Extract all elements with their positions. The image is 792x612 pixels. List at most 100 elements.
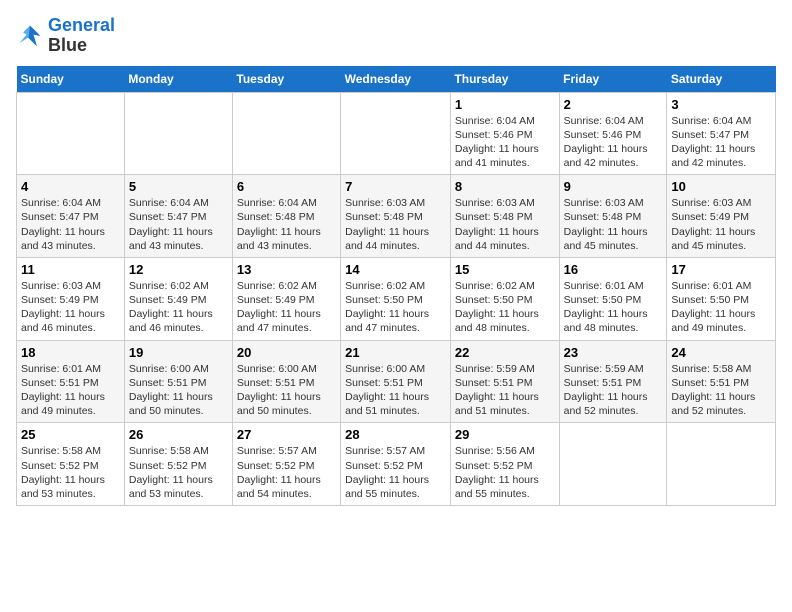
day-info: Sunrise: 5:57 AM Sunset: 5:52 PM Dayligh… (237, 444, 336, 501)
day-number: 15 (455, 262, 555, 277)
day-number: 9 (564, 179, 663, 194)
day-number: 1 (455, 97, 555, 112)
day-number: 29 (455, 427, 555, 442)
day-info: Sunrise: 6:00 AM Sunset: 5:51 PM Dayligh… (345, 362, 446, 419)
calendar-week-row: 11 Sunrise: 6:03 AM Sunset: 5:49 PM Dayli… (17, 257, 776, 340)
weekday-header: Saturday (667, 66, 776, 93)
day-info: Sunrise: 6:04 AM Sunset: 5:47 PM Dayligh… (671, 114, 771, 171)
day-info: Sunrise: 6:04 AM Sunset: 5:46 PM Dayligh… (564, 114, 663, 171)
calendar-cell: 28 Sunrise: 5:57 AM Sunset: 5:52 PM Dayli… (341, 423, 451, 506)
day-info: Sunrise: 6:03 AM Sunset: 5:49 PM Dayligh… (21, 279, 120, 336)
calendar-cell: 26Sunrise: 5:58 AM Sunset: 5:52 PM Dayli… (124, 423, 232, 506)
calendar-cell: 1 Sunrise: 6:04 AM Sunset: 5:46 PM Daylig… (450, 92, 559, 175)
day-number: 27 (237, 427, 336, 442)
day-info: Sunrise: 5:56 AM Sunset: 5:52 PM Dayligh… (455, 444, 555, 501)
calendar-cell: 18 Sunrise: 6:01 AM Sunset: 5:51 PM Dayli… (17, 340, 125, 423)
weekday-header: Wednesday (341, 66, 451, 93)
calendar-cell: 8 Sunrise: 6:03 AM Sunset: 5:48 PM Daylig… (450, 175, 559, 258)
calendar-cell: 29 Sunrise: 5:56 AM Sunset: 5:52 PM Dayli… (450, 423, 559, 506)
day-info: Sunrise: 6:04 AM Sunset: 5:47 PM Dayligh… (129, 196, 228, 253)
calendar-week-row: 1 Sunrise: 6:04 AM Sunset: 5:46 PM Daylig… (17, 92, 776, 175)
calendar-cell: 17Sunrise: 6:01 AM Sunset: 5:50 PM Dayli… (667, 257, 776, 340)
calendar-cell: 2 Sunrise: 6:04 AM Sunset: 5:46 PM Daylig… (559, 92, 667, 175)
day-number: 4 (21, 179, 120, 194)
calendar-cell: 23 Sunrise: 5:59 AM Sunset: 5:51 PM Dayli… (559, 340, 667, 423)
day-number: 7 (345, 179, 446, 194)
day-number: 24 (671, 345, 771, 360)
calendar-cell: 11 Sunrise: 6:03 AM Sunset: 5:49 PM Dayli… (17, 257, 125, 340)
calendar-cell: 16 Sunrise: 6:01 AM Sunset: 5:50 PM Dayli… (559, 257, 667, 340)
day-info: Sunrise: 6:01 AM Sunset: 5:50 PM Dayligh… (564, 279, 663, 336)
day-number: 19 (129, 345, 228, 360)
day-info: Sunrise: 6:04 AM Sunset: 5:48 PM Dayligh… (237, 196, 336, 253)
weekday-header: Tuesday (232, 66, 340, 93)
day-number: 17 (671, 262, 771, 277)
day-number: 2 (564, 97, 663, 112)
day-info: Sunrise: 6:00 AM Sunset: 5:51 PM Dayligh… (237, 362, 336, 419)
day-info: Sunrise: 5:57 AM Sunset: 5:52 PM Dayligh… (345, 444, 446, 501)
calendar-cell: 22Sunrise: 5:59 AM Sunset: 5:51 PM Dayli… (450, 340, 559, 423)
calendar-cell (232, 92, 340, 175)
calendar-week-row: 18 Sunrise: 6:01 AM Sunset: 5:51 PM Dayli… (17, 340, 776, 423)
logo: GeneralBlue (16, 16, 115, 56)
weekday-header: Friday (559, 66, 667, 93)
calendar-cell: 14Sunrise: 6:02 AM Sunset: 5:50 PM Dayli… (341, 257, 451, 340)
day-info: Sunrise: 6:02 AM Sunset: 5:50 PM Dayligh… (455, 279, 555, 336)
weekday-header-row: SundayMondayTuesdayWednesdayThursdayFrid… (17, 66, 776, 93)
calendar-cell (17, 92, 125, 175)
calendar-cell: 12 Sunrise: 6:02 AM Sunset: 5:49 PM Dayli… (124, 257, 232, 340)
day-info: Sunrise: 6:02 AM Sunset: 5:49 PM Dayligh… (129, 279, 228, 336)
calendar-cell (124, 92, 232, 175)
day-number: 25 (21, 427, 120, 442)
day-number: 23 (564, 345, 663, 360)
day-info: Sunrise: 6:02 AM Sunset: 5:49 PM Dayligh… (237, 279, 336, 336)
calendar-cell: 15 Sunrise: 6:02 AM Sunset: 5:50 PM Dayli… (450, 257, 559, 340)
day-info: Sunrise: 5:59 AM Sunset: 5:51 PM Dayligh… (564, 362, 663, 419)
calendar-cell (341, 92, 451, 175)
day-number: 8 (455, 179, 555, 194)
calendar-cell: 10Sunrise: 6:03 AM Sunset: 5:49 PM Dayli… (667, 175, 776, 258)
day-info: Sunrise: 6:03 AM Sunset: 5:48 PM Dayligh… (455, 196, 555, 253)
day-number: 26 (129, 427, 228, 442)
logo-icon (16, 22, 44, 50)
calendar-table: SundayMondayTuesdayWednesdayThursdayFrid… (16, 66, 776, 506)
day-number: 18 (21, 345, 120, 360)
day-info: Sunrise: 5:59 AM Sunset: 5:51 PM Dayligh… (455, 362, 555, 419)
calendar-cell: 27 Sunrise: 5:57 AM Sunset: 5:52 PM Dayli… (232, 423, 340, 506)
day-number: 10 (671, 179, 771, 194)
day-number: 28 (345, 427, 446, 442)
calendar-cell: 3Sunrise: 6:04 AM Sunset: 5:47 PM Daylig… (667, 92, 776, 175)
weekday-header: Thursday (450, 66, 559, 93)
day-number: 6 (237, 179, 336, 194)
day-number: 5 (129, 179, 228, 194)
logo-text: GeneralBlue (48, 16, 115, 56)
day-number: 13 (237, 262, 336, 277)
calendar-cell: 5 Sunrise: 6:04 AM Sunset: 5:47 PM Daylig… (124, 175, 232, 258)
day-info: Sunrise: 6:00 AM Sunset: 5:51 PM Dayligh… (129, 362, 228, 419)
day-number: 21 (345, 345, 446, 360)
calendar-cell: 19 Sunrise: 6:00 AM Sunset: 5:51 PM Dayli… (124, 340, 232, 423)
weekday-header: Sunday (17, 66, 125, 93)
calendar-week-row: 4 Sunrise: 6:04 AM Sunset: 5:47 PM Daylig… (17, 175, 776, 258)
calendar-cell (559, 423, 667, 506)
calendar-cell: 4Sunrise: 6:04 AM Sunset: 5:47 PM Daylig… (17, 175, 125, 258)
day-number: 16 (564, 262, 663, 277)
calendar-cell: 21 Sunrise: 6:00 AM Sunset: 5:51 PM Dayli… (341, 340, 451, 423)
page-header: GeneralBlue (16, 16, 776, 56)
calendar-cell: 20 Sunrise: 6:00 AM Sunset: 5:51 PM Dayli… (232, 340, 340, 423)
calendar-cell: 24 Sunrise: 5:58 AM Sunset: 5:51 PM Dayli… (667, 340, 776, 423)
weekday-header: Monday (124, 66, 232, 93)
day-info: Sunrise: 6:03 AM Sunset: 5:48 PM Dayligh… (345, 196, 446, 253)
day-info: Sunrise: 6:03 AM Sunset: 5:48 PM Dayligh… (564, 196, 663, 253)
day-info: Sunrise: 6:04 AM Sunset: 5:46 PM Dayligh… (455, 114, 555, 171)
calendar-cell: 6 Sunrise: 6:04 AM Sunset: 5:48 PM Daylig… (232, 175, 340, 258)
day-number: 11 (21, 262, 120, 277)
day-info: Sunrise: 6:02 AM Sunset: 5:50 PM Dayligh… (345, 279, 446, 336)
day-number: 12 (129, 262, 228, 277)
day-info: Sunrise: 5:58 AM Sunset: 5:52 PM Dayligh… (21, 444, 120, 501)
day-info: Sunrise: 5:58 AM Sunset: 5:51 PM Dayligh… (671, 362, 771, 419)
calendar-cell: 7 Sunrise: 6:03 AM Sunset: 5:48 PM Daylig… (341, 175, 451, 258)
calendar-cell: 25 Sunrise: 5:58 AM Sunset: 5:52 PM Dayli… (17, 423, 125, 506)
day-number: 20 (237, 345, 336, 360)
day-info: Sunrise: 6:01 AM Sunset: 5:51 PM Dayligh… (21, 362, 120, 419)
